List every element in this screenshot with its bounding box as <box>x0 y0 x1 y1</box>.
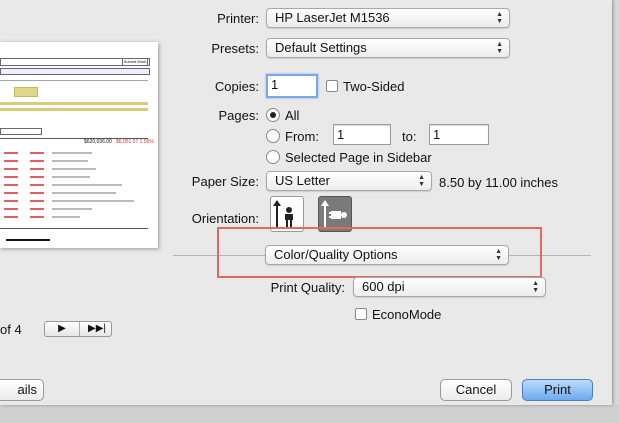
pages-from-radio[interactable] <box>266 129 280 143</box>
printer-popup[interactable]: HP LaserJet M1536 ▲ ▼ <box>266 8 510 28</box>
preview-small-box <box>0 128 42 135</box>
preview-row <box>4 152 18 154</box>
preview-row <box>52 208 92 210</box>
print-button[interactable]: Print <box>522 379 593 401</box>
presets-label: Presets: <box>211 41 259 56</box>
chevron-updown-icon: ▲ ▼ <box>496 11 503 25</box>
preview-row <box>30 184 44 186</box>
page-navigator: ▶ ▶▶| <box>44 321 112 337</box>
preview-row <box>30 152 44 154</box>
preview-red-total: $6,051.07 1.05% <box>116 139 154 145</box>
background-bottom-strip <box>0 405 619 423</box>
paper-size-value: US Letter <box>275 173 330 188</box>
print-quality-popup[interactable]: 600 dpi ▲ ▼ <box>353 277 546 297</box>
preview-row <box>4 192 18 194</box>
highlight-box <box>217 227 542 278</box>
two-sided-checkbox[interactable] <box>326 80 338 92</box>
pages-from-field[interactable]: 1 <box>333 124 391 145</box>
presets-value: Default Settings <box>275 40 367 55</box>
preview-row <box>52 168 96 170</box>
preview-row <box>4 200 18 202</box>
preview-black-bar <box>6 239 50 241</box>
economode-label: EconoMode <box>372 307 442 322</box>
preview-gold-band <box>0 102 148 105</box>
chevron-updown-icon: ▲ ▼ <box>418 174 425 188</box>
background-right-edge <box>612 0 619 423</box>
preview-line <box>0 80 148 81</box>
pages-all-radio[interactable] <box>266 108 280 122</box>
preview-row <box>4 176 18 178</box>
preview-row <box>30 200 44 202</box>
preview-row <box>4 168 18 170</box>
printer-label: Printer: <box>217 11 259 26</box>
presets-popup[interactable]: Default Settings ▲ ▼ <box>266 38 510 58</box>
paper-size-label: Paper Size: <box>191 174 259 189</box>
paper-dimensions: 8.50 by 11.00 inches <box>439 175 559 190</box>
copies-label: Copies: <box>214 79 259 94</box>
preview-row <box>4 184 18 186</box>
preview-tab-bar <box>0 68 150 75</box>
orientation-label: Orientation: <box>191 211 259 226</box>
preview-total: $620,036.00 <box>84 139 112 145</box>
show-details-button[interactable]: ails <box>0 379 44 401</box>
pages-selected-radio[interactable] <box>266 150 280 164</box>
preview-row <box>30 176 44 178</box>
pages-all-label: All <box>285 108 300 123</box>
preview-row <box>52 152 92 154</box>
preview-row <box>30 192 44 194</box>
last-page-icon[interactable]: ▶▶| <box>79 322 114 336</box>
pages-to-label: to: <box>402 129 417 144</box>
cancel-button[interactable]: Cancel <box>440 379 512 401</box>
preview-row <box>30 168 44 170</box>
print-quality-value: 600 dpi <box>362 279 405 294</box>
preview-row <box>30 208 44 210</box>
page-count: of 4 <box>0 322 22 337</box>
printer-value: HP LaserJet M1536 <box>275 10 390 25</box>
pages-from-label: From: <box>285 129 319 144</box>
pages-selected-label: Selected Page in Sidebar <box>285 150 432 165</box>
print-quality-label: Print Quality: <box>270 280 345 295</box>
economode-checkbox[interactable] <box>355 308 367 320</box>
preview-logo <box>14 87 38 97</box>
preview-row <box>52 160 88 162</box>
preview-row <box>52 192 116 194</box>
copies-field[interactable]: 1 <box>266 74 318 98</box>
page-preview: Submit Work $620,036.00 $6,051.07 1.05% <box>0 42 158 248</box>
chevron-updown-icon: ▲ ▼ <box>532 280 539 294</box>
preview-row <box>52 176 90 178</box>
paper-size-popup[interactable]: US Letter ▲ ▼ <box>266 171 432 191</box>
chevron-updown-icon: ▲ ▼ <box>496 41 503 55</box>
preview-row <box>4 216 18 218</box>
print-sheet: Submit Work $620,036.00 $6,051.07 1.05% <box>0 0 612 405</box>
preview-row <box>52 216 80 218</box>
portrait-icon <box>273 200 293 227</box>
preview-row <box>4 208 18 210</box>
preview-submit-box: Submit Work <box>122 58 148 66</box>
preview-row <box>30 160 44 162</box>
preview-row <box>52 200 134 202</box>
two-sided-label: Two-Sided <box>343 79 405 94</box>
landscape-icon <box>321 200 347 227</box>
pages-to-field[interactable]: 1 <box>429 124 489 145</box>
preview-gold-band <box>0 108 148 111</box>
preview-row <box>30 216 44 218</box>
next-page-icon[interactable]: ▶ <box>45 322 79 336</box>
pages-label: Pages: <box>218 108 259 123</box>
preview-row <box>4 160 18 162</box>
preview-line <box>0 228 148 229</box>
preview-row <box>52 184 122 186</box>
